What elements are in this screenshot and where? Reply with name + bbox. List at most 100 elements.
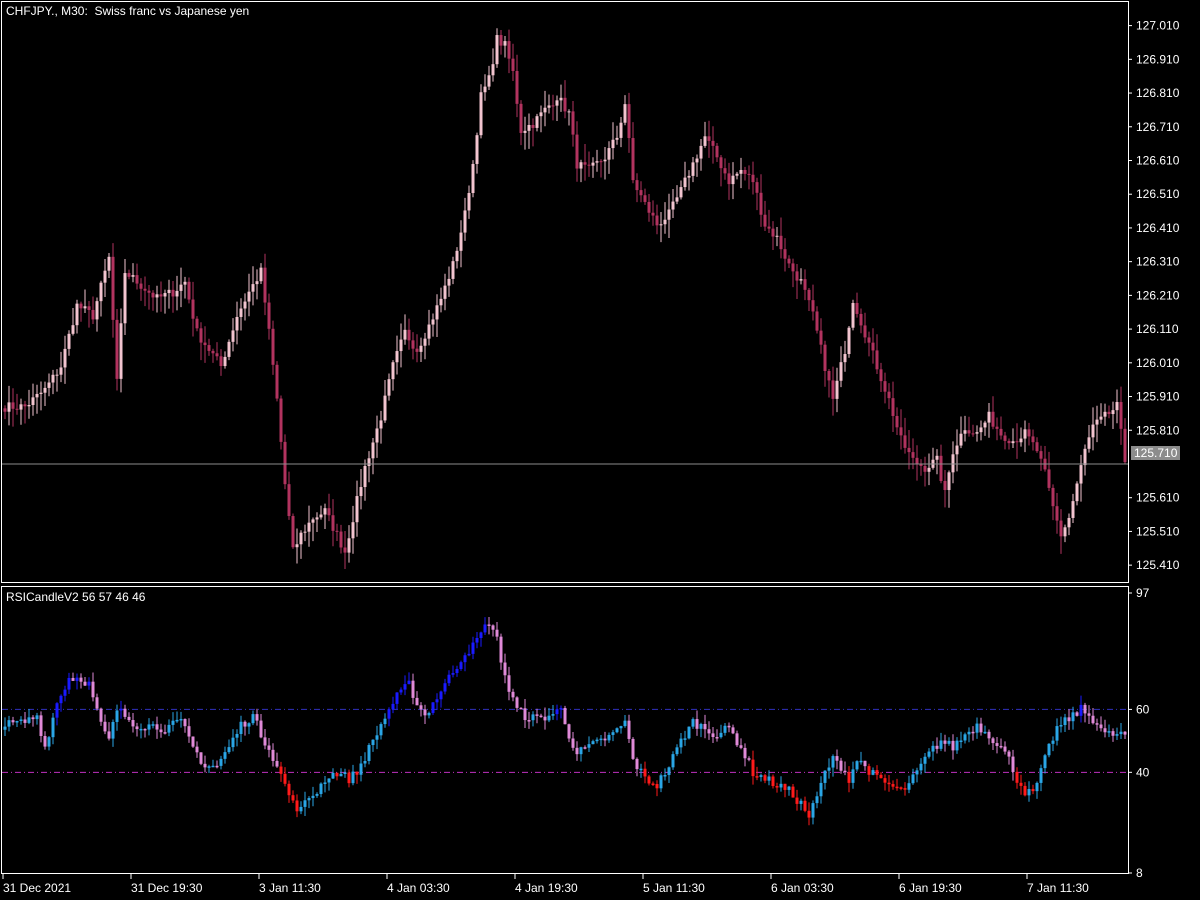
price-candle-body [815,311,819,331]
rsi-bar-body [1043,755,1047,769]
rsi-bar-body [779,783,783,788]
price-candle-body [1091,424,1095,438]
price-chart[interactable]: 127.010 126.910 126.810 126.710 126.610 126.5… [0,0,1200,585]
price-candle-body [1047,469,1051,488]
price-candle-body [979,427,983,433]
price-candle-body [955,445,959,455]
price-candle-body [211,350,215,354]
price-candle-body [727,173,731,185]
rsi-bar-body [803,800,807,811]
price-axis-label: 125.610 [1136,491,1180,505]
price-candle-body [1059,520,1063,537]
rsi-bar-body [635,758,639,770]
rsi-bar-body [483,624,487,633]
rsi-bar-body [171,720,175,725]
price-candle-body [911,452,915,458]
rsi-bar-body [351,771,355,784]
price-candle-body [863,325,867,338]
price-candle-body [851,302,855,328]
rsi-bar-body [527,720,531,722]
price-candle-body [951,454,955,473]
rsi-bar-body [263,737,267,746]
price-candle-body [243,301,247,309]
price-candle-body [1071,501,1075,518]
price-candle-body [867,337,871,343]
rsi-bar-body [375,735,379,740]
rsi-bar-body [439,691,443,700]
rsi-bar-body [843,770,847,773]
rsi-bar-body [967,731,971,735]
rsi-bar-body [991,738,995,744]
rsi-bar-body [431,702,435,713]
time-axis-label: 6 Jan 19:30 [899,881,962,895]
rsi-bar-body [707,729,711,734]
rsi-bar-body [1059,725,1063,727]
rsi-bar-body [507,675,511,692]
price-candle-body [755,182,759,193]
price-candle-body [351,522,355,539]
rsi-bar-body [595,739,599,742]
price-candle-body [423,338,427,346]
rsi-indicator-chart[interactable]: 97 60 40 8 31 Dec 2021 31 Dec 19:30 3 Jan 11:3… [0,585,1200,900]
rsi-bar-body [27,717,31,723]
price-candle-body [1015,441,1019,443]
price-candle-body [23,404,27,407]
rsi-bar-body [1031,789,1035,792]
price-axis-label: 126.010 [1136,356,1180,370]
rsi-bar-body [451,673,455,675]
price-candle-body [295,544,299,548]
price-candle-body [91,309,95,320]
price-candle-body [139,283,143,289]
rsi-bar-body [207,766,211,768]
price-candle-body [427,324,431,339]
price-candle-body [339,531,343,548]
rsi-bar-body [663,774,667,777]
rsi-bar-body [19,719,23,722]
rsi-bar-body [935,745,939,749]
price-candle-body [811,300,815,312]
price-candle-body [663,219,667,225]
price-candle-body [419,345,423,352]
price-candle-body [27,405,31,407]
rsi-bar-body [43,736,47,747]
rsi-bar-body [979,723,983,733]
rsi-bar-body [503,662,507,676]
rsi-bar-body [147,724,151,730]
price-candle-body [699,145,703,159]
price-candle-body [843,354,847,363]
rsi-bar-body [651,783,655,785]
price-candle-body [227,341,231,357]
rsi-bar-body [423,709,427,716]
time-axis-label: 3 Jan 11:30 [259,881,321,895]
rsi-bar-body [583,747,587,749]
price-axis-label: 125.510 [1136,524,1180,538]
rsi-bar-body [747,758,751,760]
price-candle-body [303,531,307,533]
rsi-bar-body [279,766,283,774]
rsi-bar-body [167,724,171,733]
price-candle-body [1115,402,1119,411]
price-candle-body [459,232,463,251]
rsi-bar-body [975,723,979,733]
price-candle-body [483,86,487,93]
price-candle-body [679,187,683,198]
price-candle-body [1039,451,1043,459]
price-candle-body [751,174,755,183]
rsi-bar-body [727,725,731,728]
price-candle-body [379,420,383,429]
rsi-bar-body [531,714,535,721]
rsi-bar-body [355,771,359,775]
rsi-bar-body [891,784,895,787]
price-candle-body [455,250,459,262]
rsi-bar-body [187,726,191,737]
price-candle-body [467,193,471,211]
rsi-bar-body [239,721,243,734]
price-candle-body [651,212,655,216]
price-candle-body [479,92,483,136]
rsi-bar-body [1091,715,1095,724]
price-candle-body [487,75,491,87]
rsi-bar-body [139,728,143,731]
rsi-bar-body [331,772,335,779]
price-candle-body [1027,429,1031,437]
rsi-bar-body [51,717,55,738]
